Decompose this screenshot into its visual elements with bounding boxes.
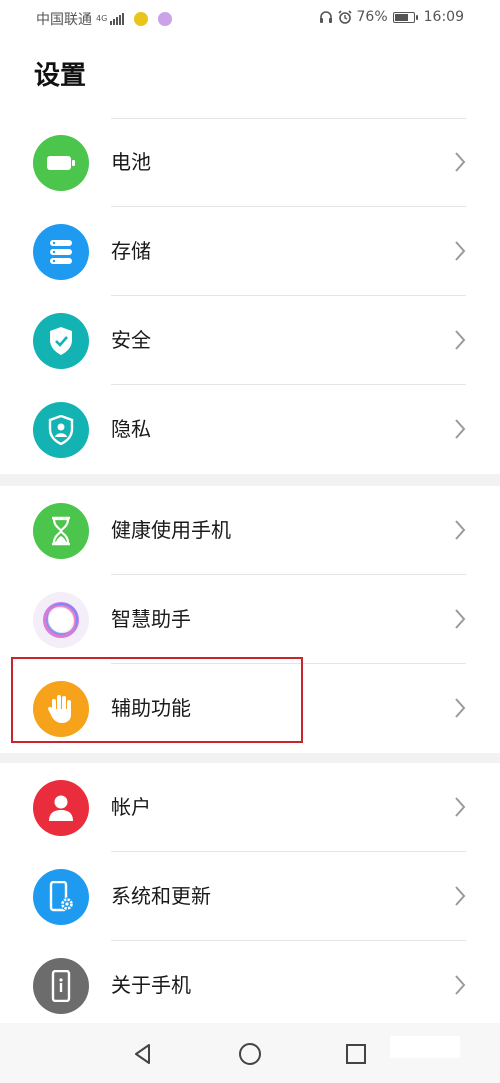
back-icon[interactable] (131, 1042, 155, 1066)
settings-item-label: 存储 (111, 239, 151, 263)
account-icon (33, 780, 89, 836)
headset-icon (319, 11, 332, 23)
settings-item-label: 关于手机 (111, 973, 191, 997)
chevron-right-icon (455, 975, 466, 995)
page-header: 设置 (0, 36, 500, 118)
storage-icon (33, 224, 89, 280)
settings-item-digital-balance[interactable]: 健康使用手机 (0, 486, 500, 575)
chevron-right-icon (455, 886, 466, 906)
chevron-right-icon (455, 698, 466, 718)
settings-item-label: 辅助功能 (111, 696, 191, 720)
status-bar: 中国联通 4G 76% 16:09 (0, 0, 500, 36)
battery-percent: 76% (356, 9, 388, 25)
phone-gear-icon (33, 869, 89, 925)
battery-status-icon (392, 11, 418, 23)
clock: 16:09 (423, 9, 464, 25)
settings-item-security[interactable]: 安全 (0, 296, 500, 385)
page-title: 设置 (34, 61, 87, 91)
hourglass-icon (33, 503, 89, 559)
settings-item-battery[interactable]: 电池 (0, 118, 500, 207)
battery-icon (33, 135, 89, 191)
settings-item-label: 隐私 (111, 417, 151, 441)
shield-check-icon (33, 313, 89, 369)
assistant-ring-icon (33, 592, 89, 648)
settings-item-label: 安全 (111, 328, 151, 352)
alarm-icon (337, 10, 352, 24)
network-type: 4G (96, 14, 108, 23)
settings-item-system-update[interactable]: 系统和更新 (0, 852, 500, 941)
chevron-right-icon (455, 330, 466, 350)
settings-group-2: 健康使用手机 智慧助手 辅助功能 (0, 486, 500, 753)
settings-item-about-phone[interactable]: 关于手机 (0, 941, 500, 1030)
chevron-right-icon (455, 797, 466, 817)
settings-item-storage[interactable]: 存储 (0, 207, 500, 296)
settings-item-smart-assistant[interactable]: 智慧助手 (0, 575, 500, 664)
chevron-right-icon (455, 419, 466, 439)
signal-icon (110, 13, 124, 25)
chevron-right-icon (455, 152, 466, 172)
settings-item-label: 电池 (111, 150, 151, 174)
settings-item-privacy[interactable]: 隐私 (0, 385, 500, 474)
settings-screen: 中国联通 4G 76% 16:09 设置 电池 存储 安全 隐私 健康使用手机 … (0, 0, 500, 1083)
settings-item-accessibility[interactable]: 辅助功能 (0, 664, 500, 753)
blank-patch (390, 1036, 460, 1058)
settings-item-label: 系统和更新 (111, 884, 211, 908)
system-nav-bar (0, 1023, 500, 1083)
notification-app-icon-2 (158, 12, 172, 26)
divider (111, 118, 466, 119)
chevron-right-icon (455, 241, 466, 261)
carrier-name: 中国联通 (36, 12, 92, 28)
settings-item-label: 智慧助手 (111, 607, 191, 631)
privacy-icon (33, 402, 89, 458)
notification-app-icon (134, 12, 148, 26)
hand-icon (33, 681, 89, 737)
home-icon[interactable] (238, 1042, 262, 1066)
settings-item-label: 健康使用手机 (111, 518, 231, 542)
recents-icon[interactable] (344, 1042, 368, 1066)
chevron-right-icon (455, 520, 466, 540)
settings-item-account[interactable]: 帐户 (0, 763, 500, 852)
phone-info-icon (33, 958, 89, 1014)
settings-item-label: 帐户 (111, 795, 151, 819)
chevron-right-icon (455, 609, 466, 629)
settings-group-3: 帐户 系统和更新 关于手机 (0, 763, 500, 1030)
settings-group-1: 电池 存储 安全 隐私 (0, 118, 500, 474)
